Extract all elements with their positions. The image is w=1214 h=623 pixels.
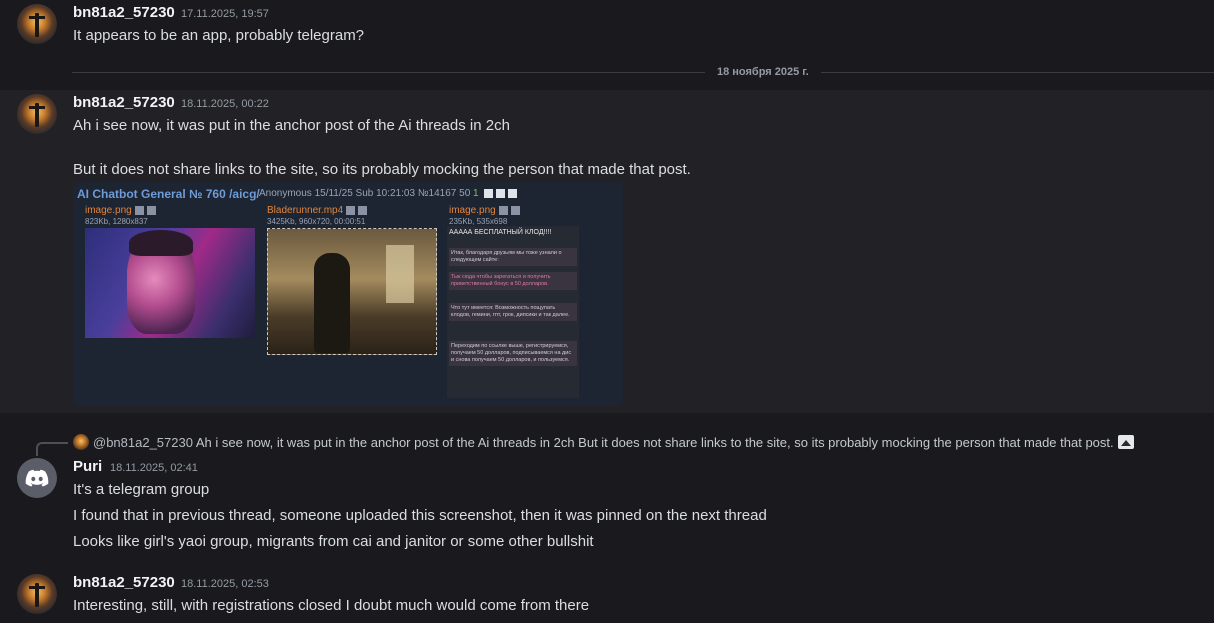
- post-meta-text: Anonymous 15/11/25 Sub 10:21:03 №14167 5…: [259, 188, 471, 199]
- reply-avatar: [73, 434, 89, 450]
- message-3: Puri 18.11.2025, 02:41 It's a telegram g…: [0, 456, 1214, 556]
- flag-icon: [496, 188, 506, 198]
- reply-reference[interactable]: @bn81a2_57230 Ah i see now, it was put i…: [73, 434, 1134, 450]
- message-text: It's a telegram group: [73, 481, 210, 498]
- message-text: Interesting, still, with registrations c…: [73, 597, 590, 614]
- star-icon: [484, 188, 494, 198]
- screenshot-box: Итак, благодаря друзьям мы тоже узнали о…: [449, 248, 577, 266]
- reply-mention[interactable]: @bn81a2_57230: [93, 435, 193, 450]
- date-divider: [72, 72, 1214, 73]
- screenshot-header: ААААА БЕСПЛАТНЫЙ КЛОД!!!!: [449, 229, 552, 236]
- author-name[interactable]: bn81a2_57230: [73, 94, 175, 111]
- file-name: Bladerunner.mp4: [267, 205, 368, 216]
- post-meta: Anonymous 15/11/25 Sub 10:21:03 №14167 5…: [259, 188, 518, 199]
- screenshot-box: Переходим по ссылке выше, регистрируемся…: [449, 341, 577, 366]
- embedded-screenshot[interactable]: AI Chatbot General № 760 /aicg/ Anonymou…: [73, 182, 623, 406]
- file-info: 235Kb, 535x698: [449, 217, 508, 226]
- download-icon: [146, 205, 156, 215]
- thumbnail-chat-screenshot: ААААА БЕСПЛАТНЫЙ КЛОД!!!! Итак, благодар…: [447, 226, 579, 398]
- message-text: Looks like girl's yaoi group, migrants f…: [73, 533, 594, 550]
- message-4: bn81a2_57230 18.11.2025, 02:53 Interesti…: [0, 572, 1214, 623]
- image-icon: [1117, 435, 1134, 449]
- message-text: Ah i see now, it was put in the anchor p…: [73, 117, 510, 134]
- date-divider-label: 18 ноября 2025 г.: [705, 66, 821, 78]
- author-name[interactable]: bn81a2_57230: [73, 574, 175, 591]
- avatar[interactable]: [17, 458, 57, 498]
- timestamp: 18.11.2025, 02:41: [110, 462, 198, 474]
- timestamp: 18.11.2025, 02:53: [181, 578, 269, 590]
- file-info: 823Kb, 1280x837: [85, 217, 148, 226]
- author-name[interactable]: Puri: [73, 458, 102, 475]
- thread-title: AI Chatbot General № 760 /aicg/: [77, 187, 260, 201]
- avatar[interactable]: [17, 574, 57, 614]
- file-info: 3425Kb, 960x720, 00:00:51: [267, 217, 366, 226]
- thumbnail-image: [85, 228, 255, 338]
- discord-logo-icon: [25, 469, 49, 487]
- file-name: image.png: [449, 205, 520, 216]
- avatar[interactable]: [17, 94, 57, 134]
- reply-text: Ah i see now, it was put in the anchor p…: [195, 435, 1114, 450]
- search-icon: [134, 205, 144, 215]
- message-1: bn81a2_57230 17.11.2025, 19:57 It appear…: [0, 0, 1214, 62]
- screenshot-box: Тык сюда чтобы зарегаться и получить при…: [449, 272, 577, 290]
- reply-connector: [36, 442, 68, 456]
- play-icon: [508, 188, 518, 198]
- download-icon: [358, 205, 368, 215]
- timestamp: 17.11.2025, 19:57: [181, 8, 269, 20]
- timestamp: 18.11.2025, 00:22: [181, 98, 269, 110]
- message-text: I found that in previous thread, someone…: [73, 507, 767, 524]
- search-icon: [346, 205, 356, 215]
- screenshot-box: Что тут имеется: Возможность пощупать кл…: [449, 303, 577, 321]
- search-icon: [498, 205, 508, 215]
- file-name: image.png: [85, 205, 156, 216]
- avatar[interactable]: [17, 4, 57, 44]
- message-text: It appears to be an app, probably telegr…: [73, 27, 365, 44]
- author-name[interactable]: bn81a2_57230: [73, 4, 175, 21]
- message-text: But it does not share links to the site,…: [73, 161, 691, 178]
- thumbnail-video: [267, 228, 437, 355]
- post-meta-count: 1: [473, 188, 479, 199]
- download-icon: [510, 205, 520, 215]
